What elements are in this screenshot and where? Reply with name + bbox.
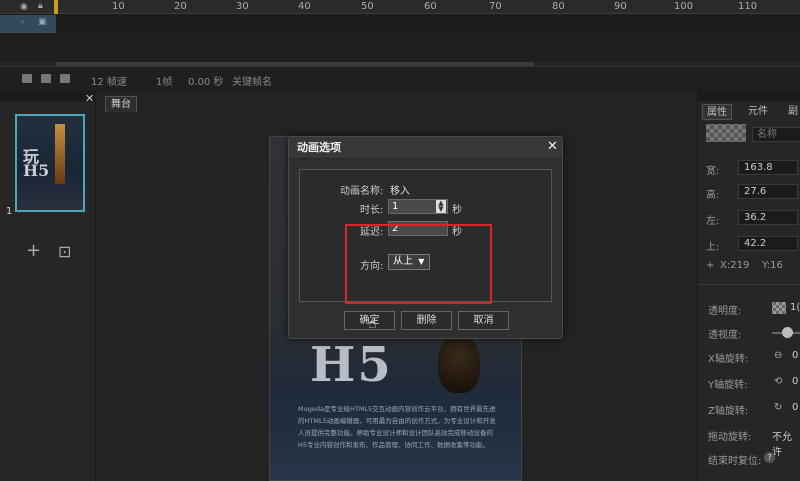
crosshair-icon: + xyxy=(706,260,715,271)
name-field[interactable]: 名称 xyxy=(752,127,800,142)
add-page-button[interactable]: + xyxy=(26,240,41,261)
opacity-label: 透明度: xyxy=(708,306,742,317)
dialog-content-box: 动画名称: 移入 时长: 1 ▲ ▼ 秒 延迟: 2 秒 方向: 从上 ▼ xyxy=(299,169,552,304)
help-icon[interactable]: ? xyxy=(764,452,775,463)
page-number: 1 xyxy=(6,206,13,217)
tab-extra[interactable]: 副 xyxy=(784,104,800,120)
animation-options-dialog: 动画选项 ✕ 动画名称: 移入 时长: 1 ▲ ▼ 秒 延迟: 2 秒 方向: 从… xyxy=(288,136,563,339)
hand-cursor-icon: ☝ xyxy=(368,316,377,332)
layer-icon[interactable]: ▣ xyxy=(38,17,47,27)
ruler-tick: 90 xyxy=(614,1,627,12)
y-rotate-value[interactable]: 0 xyxy=(792,376,798,387)
poster-title[interactable]: H5 xyxy=(310,337,393,393)
eye-icon[interactable]: ◦ xyxy=(20,18,25,28)
duration-label: 时长: xyxy=(360,205,384,216)
ruler-tick: 60 xyxy=(424,1,437,12)
width-label: 宽: xyxy=(706,166,720,177)
y-rotate-label: Y轴旋转: xyxy=(708,380,748,391)
animation-name-label: 动画名称: xyxy=(340,186,384,197)
timeline-toolbar: 12 帧速 1帧 0.00 秒 关键帧名 xyxy=(0,66,800,90)
lantern-image[interactable] xyxy=(438,333,480,393)
ruler-tick: 30 xyxy=(236,1,249,12)
add-layer-icon[interactable] xyxy=(22,74,32,83)
reset-on-end-label: 结束时复位: xyxy=(708,456,762,467)
cancel-button[interactable]: 取消 xyxy=(458,311,509,330)
ruler-tick: 10 xyxy=(112,1,125,12)
thumbnail-tower xyxy=(55,124,65,184)
ruler-tick: 40 xyxy=(298,1,311,12)
tab-stage[interactable]: 舞台 xyxy=(105,96,137,112)
height-input[interactable]: 27.6 xyxy=(738,184,798,199)
top-input[interactable]: 42.2 xyxy=(738,236,798,251)
duration-unit: 秒 xyxy=(452,205,462,216)
left-label: 左: xyxy=(706,216,720,227)
ruler-tick: 20 xyxy=(174,1,187,12)
timeline-panel: ◉ 🔒︎ 10 20 30 40 50 60 70 80 90 100 110 … xyxy=(0,0,800,62)
tab-symbol[interactable]: 元件 xyxy=(744,104,772,120)
thumbnail-h5-art: 玩 H5 xyxy=(23,147,50,180)
x-rotate-label: X轴旋转: xyxy=(708,354,749,365)
highlight-box xyxy=(345,224,492,304)
z-rotate-label: Z轴旋转: xyxy=(708,406,749,417)
folder-icon[interactable] xyxy=(41,74,51,83)
time-label: 0.00 秒 xyxy=(188,77,224,88)
properties-header xyxy=(698,90,800,102)
lock-icon[interactable]: 🔒︎ xyxy=(38,1,43,11)
pages-panel: 玩 H5 1 + ⊡ xyxy=(0,90,96,481)
page-thumbnail[interactable]: 玩 H5 xyxy=(15,114,85,212)
delete-layer-icon[interactable] xyxy=(60,74,70,83)
drag-rotate-select[interactable]: 不允许 xyxy=(772,428,800,458)
poster-body-text[interactable]: Mugeda是专业级HTML5交互动画内容创作云平台，拥有世界最先进的HTML5… xyxy=(298,403,498,451)
fill-swatch[interactable] xyxy=(706,124,746,142)
dialog-title: 动画选项 xyxy=(289,137,562,159)
fps-label[interactable]: 12 帧速 xyxy=(91,73,127,88)
layer-row[interactable] xyxy=(0,15,800,33)
frame-label: 1帧 xyxy=(156,77,173,88)
eye-icon[interactable]: ◉ xyxy=(20,2,28,12)
close-icon[interactable]: ✕ xyxy=(85,92,94,105)
x-coord: X:219 xyxy=(720,260,750,271)
y-coord: Y:16 xyxy=(762,260,783,271)
close-icon[interactable]: ✕ xyxy=(547,139,558,154)
ruler-tick: 70 xyxy=(489,1,502,12)
top-label: 上: xyxy=(706,242,720,253)
ruler-tick: 100 xyxy=(674,1,694,12)
z-rotate-icon: ↻ xyxy=(774,402,783,413)
width-input[interactable]: 163.8 xyxy=(738,160,798,175)
x-rotate-icon: ⊖ xyxy=(774,350,783,361)
layer-selected[interactable]: ◦ ▣ xyxy=(0,15,56,33)
delete-button[interactable]: 删除 xyxy=(401,311,452,330)
height-label: 高: xyxy=(706,190,720,201)
y-rotate-icon: ⟲ xyxy=(774,376,783,387)
left-input[interactable]: 36.2 xyxy=(738,210,798,225)
section-divider xyxy=(698,284,800,285)
opacity-value[interactable]: 1( xyxy=(790,302,800,313)
pages-panel-header xyxy=(0,90,96,102)
animation-name-value: 移入 xyxy=(390,186,410,197)
duplicate-page-button[interactable]: ⊡ xyxy=(58,242,71,261)
keyframe-name-label[interactable]: 关键帧名 xyxy=(232,73,272,88)
ruler-tick: 80 xyxy=(552,1,565,12)
timeline-ruler[interactable]: ◉ 🔒︎ 10 20 30 40 50 60 70 80 90 100 110 xyxy=(0,0,800,14)
tab-properties[interactable]: 属性 xyxy=(702,104,732,120)
ruler-tick: 110 xyxy=(738,1,758,12)
properties-panel: 属性 元件 副 名称 宽: 163.8 高: 27.6 左: 36.2 上: 4… xyxy=(697,90,800,481)
drag-rotate-label: 拖动旋转: xyxy=(708,432,752,443)
duration-stepper-icon[interactable]: ▲ ▼ xyxy=(436,200,446,213)
opacity-swatch[interactable] xyxy=(772,302,786,314)
playhead[interactable] xyxy=(54,0,58,14)
perspective-slider-thumb[interactable] xyxy=(782,327,793,338)
perspective-label: 透视度: xyxy=(708,330,742,341)
x-rotate-value[interactable]: 0 xyxy=(792,350,798,361)
z-rotate-value[interactable]: 0 xyxy=(792,402,798,413)
ruler-tick: 50 xyxy=(361,1,374,12)
